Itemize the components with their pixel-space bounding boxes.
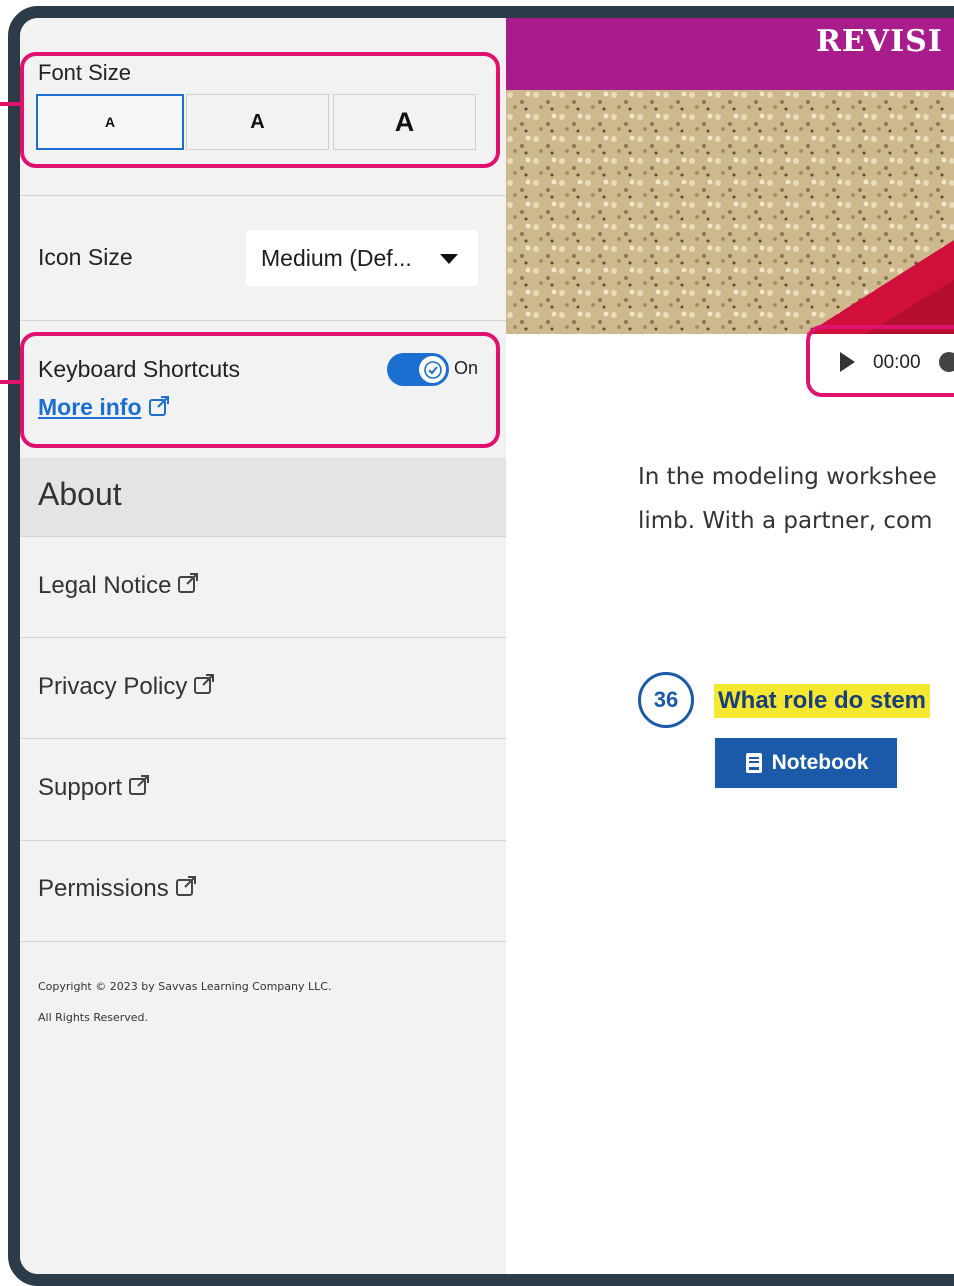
external-link-icon xyxy=(177,572,199,601)
legal-notice-label: Legal Notice xyxy=(38,572,172,599)
external-link-icon xyxy=(175,875,197,904)
rights-line: All Rights Reserved. xyxy=(38,1011,149,1024)
question-number: 36 xyxy=(638,672,694,728)
divider xyxy=(20,320,506,321)
audio-player-callout xyxy=(806,325,954,397)
privacy-policy-label: Privacy Policy xyxy=(38,673,188,700)
keyboard-shortcuts-callout xyxy=(20,332,500,448)
icon-size-value: Medium (Def... xyxy=(261,244,412,271)
notebook-label: Notebook xyxy=(771,751,869,774)
keyboard-shortcuts-callout-line xyxy=(0,380,20,384)
caret-down-icon xyxy=(440,254,458,264)
paragraph-line-2: limb. With a partner, com xyxy=(638,508,933,534)
divider xyxy=(20,941,506,942)
divider xyxy=(20,840,506,841)
divider xyxy=(20,738,506,739)
divider xyxy=(20,637,506,638)
icon-size-select[interactable]: Medium (Def... xyxy=(246,230,478,286)
device-frame: Font Size A A A Icon Size Medium (Def...… xyxy=(8,6,954,1286)
paragraph-line-1: In the modeling workshee xyxy=(638,464,937,490)
support-link[interactable]: Support xyxy=(38,774,150,803)
font-size-callout xyxy=(20,52,500,168)
support-label: Support xyxy=(38,774,123,801)
lesson-photo xyxy=(506,90,954,334)
font-size-callout-line xyxy=(0,102,20,106)
divider xyxy=(20,536,506,537)
notebook-icon xyxy=(744,752,764,774)
legal-notice-link[interactable]: Legal Notice xyxy=(38,572,199,601)
question-text: What role do stem xyxy=(714,684,931,718)
divider xyxy=(20,195,506,196)
external-link-icon xyxy=(193,673,215,702)
icon-size-label: Icon Size xyxy=(38,244,133,270)
settings-sidebar xyxy=(20,18,507,1274)
about-heading: About xyxy=(38,476,122,512)
notebook-button[interactable]: Notebook xyxy=(715,738,897,788)
banner-title: REVISI xyxy=(816,24,943,59)
permissions-label: Permissions xyxy=(38,875,169,902)
copyright-line: Copyright © 2023 by Savvas Learning Comp… xyxy=(38,980,332,993)
permissions-link[interactable]: Permissions xyxy=(38,875,197,904)
external-link-icon xyxy=(128,774,150,803)
privacy-policy-link[interactable]: Privacy Policy xyxy=(38,673,215,702)
